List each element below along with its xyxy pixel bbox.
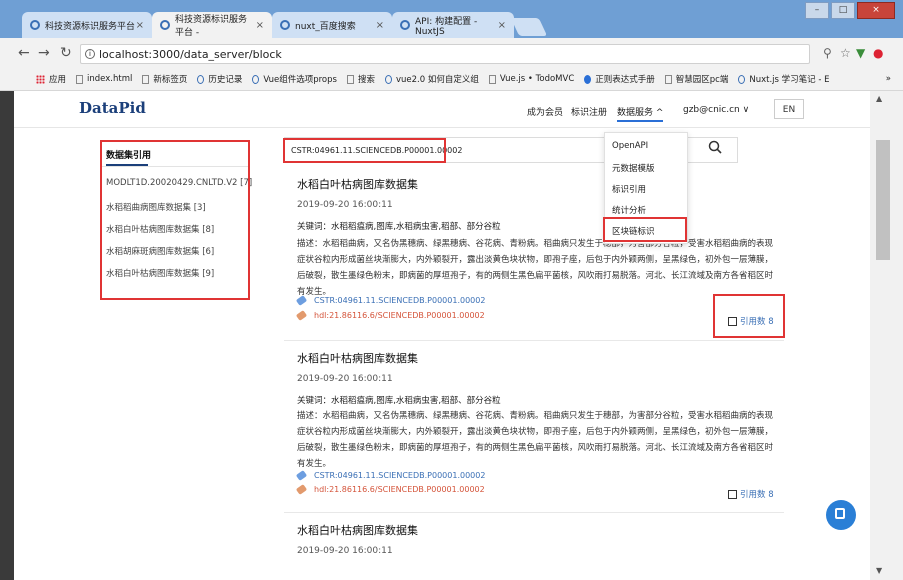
menu-item-metadata-template[interactable]: 元数据模版 (612, 162, 655, 174)
tab-favicon-icon (160, 20, 170, 30)
result-description: 描述：水稻稻曲病，又名伪黑穗病、绿黑穗病、谷花病、青粉病。稻曲病只发生于穗部，为… (297, 239, 774, 297)
vue-icon (384, 74, 392, 84)
vue-icon (252, 74, 260, 84)
page-icon (664, 74, 672, 84)
result-title[interactable]: 水稻白叶枯病图库数据集 (297, 176, 418, 192)
tab-close-icon[interactable]: × (498, 20, 506, 31)
url-input[interactable]: i localhost:3000/data_server/block (80, 44, 810, 64)
scroll-up-icon[interactable]: ▲ (876, 94, 882, 103)
result-cstr[interactable]: CSTR:04961.11.SCIENCEDB.P00001.00002 (295, 295, 485, 306)
tab-favicon-icon (280, 20, 290, 30)
result-hdl[interactable]: hdl:21.86116.6/SCIENCEDB.P00001.00002 (295, 484, 485, 495)
bookmark-item[interactable]: 智慧园区pc端 (664, 73, 728, 85)
cite-icon (728, 489, 737, 499)
nav-member[interactable]: 成为会员 (527, 105, 563, 118)
tab-close-icon[interactable]: × (376, 20, 384, 31)
window-controls: – □ × (805, 2, 895, 19)
tab-title: nuxt_百度搜索 (295, 21, 356, 32)
tab-title: 科技资源标识服务平台 (45, 21, 136, 32)
bookmark-item[interactable]: vue2.0 如何自定义组 (384, 73, 479, 85)
reload-icon[interactable]: ↻ (60, 45, 72, 61)
bookmark-item[interactable]: Vue.js • TodoMVC (488, 74, 574, 84)
vue-icon (738, 74, 746, 84)
tab-title: API: 构建配置 - NuxtJS (415, 16, 478, 37)
bookmarks-bar: 应用 index.html 新标签页 历史记录 Vue组件选项props 搜索 … (0, 68, 903, 91)
close-window-icon[interactable]: × (857, 2, 895, 19)
tab-favicon-icon (30, 20, 40, 30)
tag-icon (295, 470, 308, 481)
bookmark-item[interactable]: 历史记录 (197, 73, 242, 85)
regex-icon (584, 74, 592, 84)
result-cstr[interactable]: CSTR:04961.11.SCIENCEDB.P00001.00002 (295, 470, 485, 481)
result-keywords: 关键词：水稻稻瘟病,图库,水稻病虫害,稻部、部分谷粒 (297, 396, 501, 406)
bookmark-item[interactable]: Nuxt.js 学习笔记 - E (738, 73, 830, 85)
menu-item-openapi[interactable]: OpenAPI (612, 141, 648, 151)
edit-feedback-button[interactable] (826, 500, 856, 530)
result-date: 2019-09-20 16:00:11 (297, 374, 393, 384)
bookmark-item[interactable]: 新标签页 (142, 73, 187, 85)
apps-grid-icon (36, 74, 45, 84)
site-logo[interactable]: DataPid (79, 99, 146, 117)
info-icon[interactable]: i (85, 49, 95, 59)
search-icon[interactable] (708, 140, 722, 154)
bookmark-apps[interactable]: 应用 (36, 73, 66, 85)
bookmark-star-icon[interactable]: ☆ (840, 46, 851, 60)
result-divider (284, 512, 784, 513)
tag-icon (295, 295, 308, 306)
scroll-down-icon[interactable]: ▼ (876, 566, 882, 575)
citation-count-button[interactable]: 引用数 8 (728, 488, 774, 500)
highlight-box-left-panel (100, 140, 250, 300)
page-icon (76, 74, 84, 84)
browser-tab[interactable]: nuxt_百度搜索 × (272, 12, 392, 38)
history-icon (197, 74, 205, 84)
bookmark-item[interactable]: Vue组件选项props (252, 73, 337, 85)
language-button[interactable]: EN (774, 99, 804, 119)
highlight-box-blockchain (603, 217, 687, 242)
page-icon (142, 74, 150, 84)
result-keywords: 关键词：水稻稻瘟病,图库,水稻病虫害,稻部、部分谷粒 (297, 222, 501, 232)
nav-register[interactable]: 标识注册 (571, 105, 607, 118)
result-date: 2019-09-20 16:00:11 (297, 200, 393, 210)
zoom-icon[interactable]: ⚲ (823, 46, 832, 60)
back-icon[interactable]: ← (18, 45, 30, 61)
result-title[interactable]: 水稻白叶枯病图库数据集 (297, 350, 418, 366)
browser-tab-active[interactable]: 科技资源标识服务平台 - × (152, 12, 272, 38)
nav-data-service[interactable]: 数据服务 ^ (617, 105, 664, 122)
result-title[interactable]: 水稻白叶枯病图库数据集 (297, 522, 418, 538)
tab-title: 科技资源标识服务平台 - (175, 15, 248, 38)
tag-icon (295, 310, 308, 321)
browser-tab[interactable]: API: 构建配置 - NuxtJS × (392, 12, 514, 38)
result-hdl[interactable]: hdl:21.86116.6/SCIENCEDB.P00001.00002 (295, 310, 485, 321)
bookmarks-more-button[interactable]: » (886, 74, 891, 84)
page-icon (346, 74, 354, 84)
page-icon (488, 74, 496, 84)
menu-item-identifier-citation[interactable]: 标识引用 (612, 183, 646, 195)
scrollbar-thumb[interactable] (876, 140, 890, 260)
tag-icon (295, 484, 308, 495)
menu-item-statistics[interactable]: 统计分析 (612, 204, 646, 216)
background-window-strip (0, 91, 14, 580)
bookmark-item[interactable]: 正则表达式手册 (584, 73, 655, 85)
bookmark-item[interactable]: 搜索 (346, 73, 375, 85)
url-text: localhost:3000/data_server/block (99, 48, 282, 61)
extension-icon[interactable]: ▼ (856, 46, 865, 60)
highlight-box-citation (713, 294, 785, 338)
result-description: 描述：水稻稻曲病，又名伪黑穗病、绿黑穗病、谷花病、青粉病。稻曲病只发生于穗部，为… (297, 411, 774, 469)
tab-close-icon[interactable]: × (136, 20, 144, 31)
maximize-icon[interactable]: □ (831, 2, 855, 19)
tab-favicon-icon (400, 20, 410, 30)
result-divider (284, 340, 784, 341)
nav-user-account[interactable]: gzb@cnic.cn ∨ (683, 105, 749, 115)
minimize-icon[interactable]: – (805, 2, 829, 19)
tab-close-icon[interactable]: × (256, 20, 264, 31)
extension-icon[interactable]: ● (873, 46, 883, 60)
browser-tab[interactable]: 科技资源标识服务平台 × (22, 12, 152, 38)
highlight-box-search (283, 138, 446, 163)
bookmark-item[interactable]: index.html (76, 74, 132, 84)
forward-icon[interactable]: → (38, 45, 50, 61)
result-date: 2019-09-20 16:00:11 (297, 546, 393, 556)
